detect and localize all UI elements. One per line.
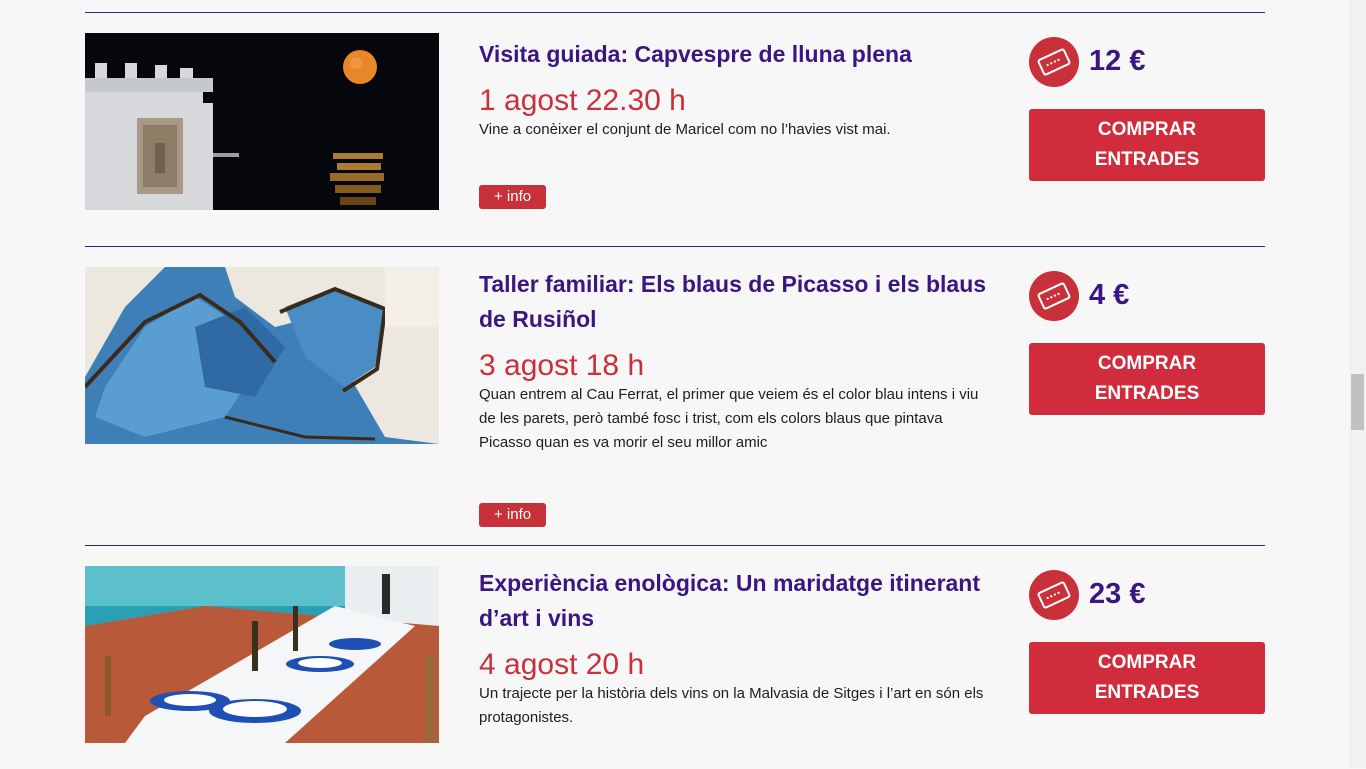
event-price: 4 €	[1089, 279, 1130, 311]
buy-button-label-line2: ENTRADES	[1094, 383, 1200, 404]
event-title[interactable]: Experiència enològica: Un maridatge itin…	[479, 566, 999, 636]
scrollbar-thumb[interactable]	[1351, 374, 1364, 430]
event-image-blue-painting[interactable]	[85, 267, 439, 444]
buy-tickets-button[interactable]: COMPRAR ENTRADES	[1029, 343, 1265, 415]
more-info-button[interactable]: + info	[479, 503, 547, 527]
event-image-wine-table[interactable]	[85, 566, 439, 743]
event-item: Taller familiar: Els blaus de Picasso i …	[85, 246, 1265, 545]
buy-button-label-line2: ENTRADES	[1094, 682, 1200, 703]
buy-button-label-line2: ENTRADES	[1094, 149, 1200, 170]
event-price: 12 €	[1089, 45, 1146, 77]
event-description: Un trajecte per la història dels vins on…	[479, 685, 984, 726]
event-date: 3 agost 18 h	[479, 349, 645, 382]
buy-button-label-line1: COMPRAR	[1097, 652, 1197, 673]
event-description: Quan entrem al Cau Ferrat, el primer que…	[479, 386, 979, 451]
full-moon-photo	[85, 33, 439, 210]
event-date: 4 agost 20 h	[479, 648, 645, 681]
wine-table-photo	[85, 566, 439, 743]
buy-button-label-line1: COMPRAR	[1097, 119, 1197, 140]
event-item: Experiència enològica: Un maridatge itin…	[85, 545, 1265, 769]
buy-button-label-line1: COMPRAR	[1097, 353, 1197, 374]
event-price: 23 €	[1089, 578, 1146, 610]
blue-painting-photo	[85, 267, 439, 444]
event-title[interactable]: Taller familiar: Els blaus de Picasso i …	[479, 267, 999, 337]
ticket-icon	[1029, 271, 1079, 321]
buy-tickets-button[interactable]: COMPRAR ENTRADES	[1029, 642, 1265, 714]
buy-tickets-button[interactable]: COMPRAR ENTRADES	[1029, 109, 1265, 181]
ticket-icon	[1029, 570, 1079, 620]
event-title[interactable]: Visita guiada: Capvespre de lluna plena	[479, 37, 999, 72]
event-item: Visita guiada: Capvespre de lluna plena …	[85, 12, 1265, 246]
event-date: 1 agost 22.30 h	[479, 84, 686, 117]
page-scrollbar[interactable]	[1349, 0, 1366, 768]
ticket-icon	[1029, 37, 1079, 87]
event-image-full-moon[interactable]	[85, 33, 439, 210]
event-description: Vine a conèixer el conjunt de Maricel co…	[479, 121, 891, 138]
more-info-button[interactable]: + info	[479, 185, 547, 209]
